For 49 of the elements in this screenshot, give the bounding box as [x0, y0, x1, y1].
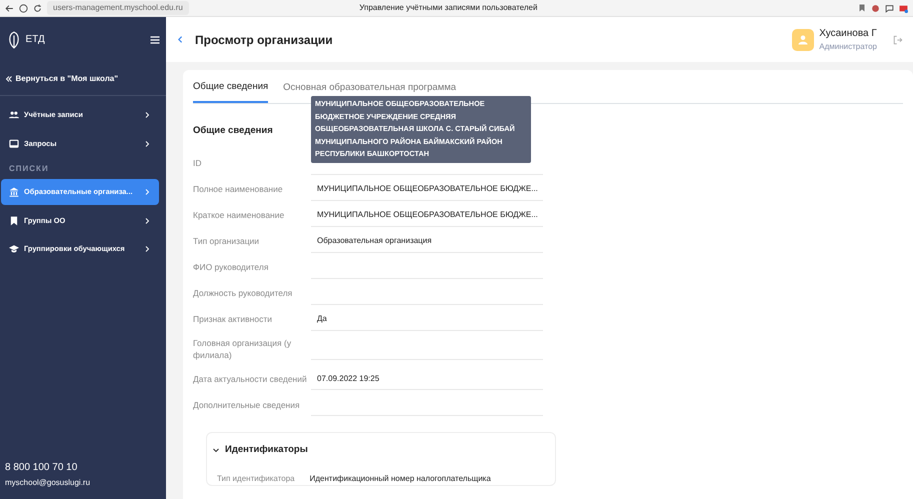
- user-role: Администратор: [819, 41, 877, 53]
- url-field[interactable]: users-management.myschool.edu.ru: [47, 1, 189, 15]
- tab[interactable]: Общие сведения: [193, 70, 268, 104]
- bookmark-icon[interactable]: [858, 4, 866, 12]
- field-label: Должность руководителя: [193, 287, 294, 300]
- email-address: myschool@gosuslugi.ru: [5, 477, 92, 489]
- menu-icon[interactable]: [149, 34, 161, 46]
- person-icon: [797, 34, 810, 46]
- panel-title: Идентификаторы: [225, 442, 308, 457]
- back-icon[interactable]: [5, 4, 14, 12]
- user-name: Хусаинова Г: [819, 27, 877, 41]
- section-heading: СПИСКИ: [8, 163, 50, 175]
- field-label: Краткое наименование: [193, 209, 286, 222]
- phone-number: 8 800 100 70 10: [5, 460, 78, 474]
- bank-icon: [9, 187, 19, 197]
- section-title: Общие сведения: [193, 124, 273, 138]
- field-value: МУНИЦИПАЛЬНОЕ ОБЩЕОБРАЗОВАТЕЛЬНОЕ БЮДЖЕ...: [311, 204, 543, 226]
- field-label: Полное наименование: [193, 183, 284, 196]
- users-icon: [9, 110, 19, 120]
- page-title: Управление учётными записями пользователей: [358, 2, 538, 14]
- double-chevron-icon: [5, 74, 13, 82]
- back-chevron-icon[interactable]: [176, 35, 185, 44]
- field-label: Дата актуальности сведений: [193, 372, 308, 386]
- field-label: ФИО руководителя: [193, 261, 270, 274]
- chevron-right-icon: [143, 245, 151, 253]
- field-label: Головная организация (у филиала): [193, 336, 292, 362]
- reload-icon[interactable]: [33, 4, 42, 12]
- bookmark-icon: [9, 216, 19, 226]
- page-heading: Просмотр организации: [195, 32, 334, 48]
- chevron-right-icon: [143, 111, 151, 119]
- field-value: Образовательная организация: [311, 230, 543, 252]
- field-label: ID: [193, 157, 202, 170]
- field-value: 07.09.2022 19:25: [311, 368, 543, 390]
- inbox-icon: [9, 138, 19, 148]
- chevron-right-icon: [143, 216, 151, 224]
- chevron-right-icon: [143, 188, 151, 196]
- field-value: Идентификационный номер налогоплательщика: [310, 473, 491, 485]
- chat-icon[interactable]: [885, 4, 894, 12]
- field-label: Тип идентификатора: [217, 473, 295, 485]
- graduation-cap-icon: [9, 244, 19, 254]
- field-label: Тип организации: [193, 235, 260, 248]
- field-label: Дополнительные сведения: [193, 398, 301, 412]
- field-value: Да: [311, 308, 543, 330]
- chevron-right-icon: [143, 140, 151, 148]
- field-label: Признак активности: [193, 313, 273, 326]
- mail-icon[interactable]: [899, 4, 908, 12]
- logo-text: ЕТД: [26, 33, 46, 47]
- field-value: МУНИЦИПАЛЬНОЕ ОБЩЕОБРАЗОВАТЕЛЬНОЕ БЮДЖЕ...: [311, 178, 543, 200]
- chevron-down-icon[interactable]: [212, 446, 220, 454]
